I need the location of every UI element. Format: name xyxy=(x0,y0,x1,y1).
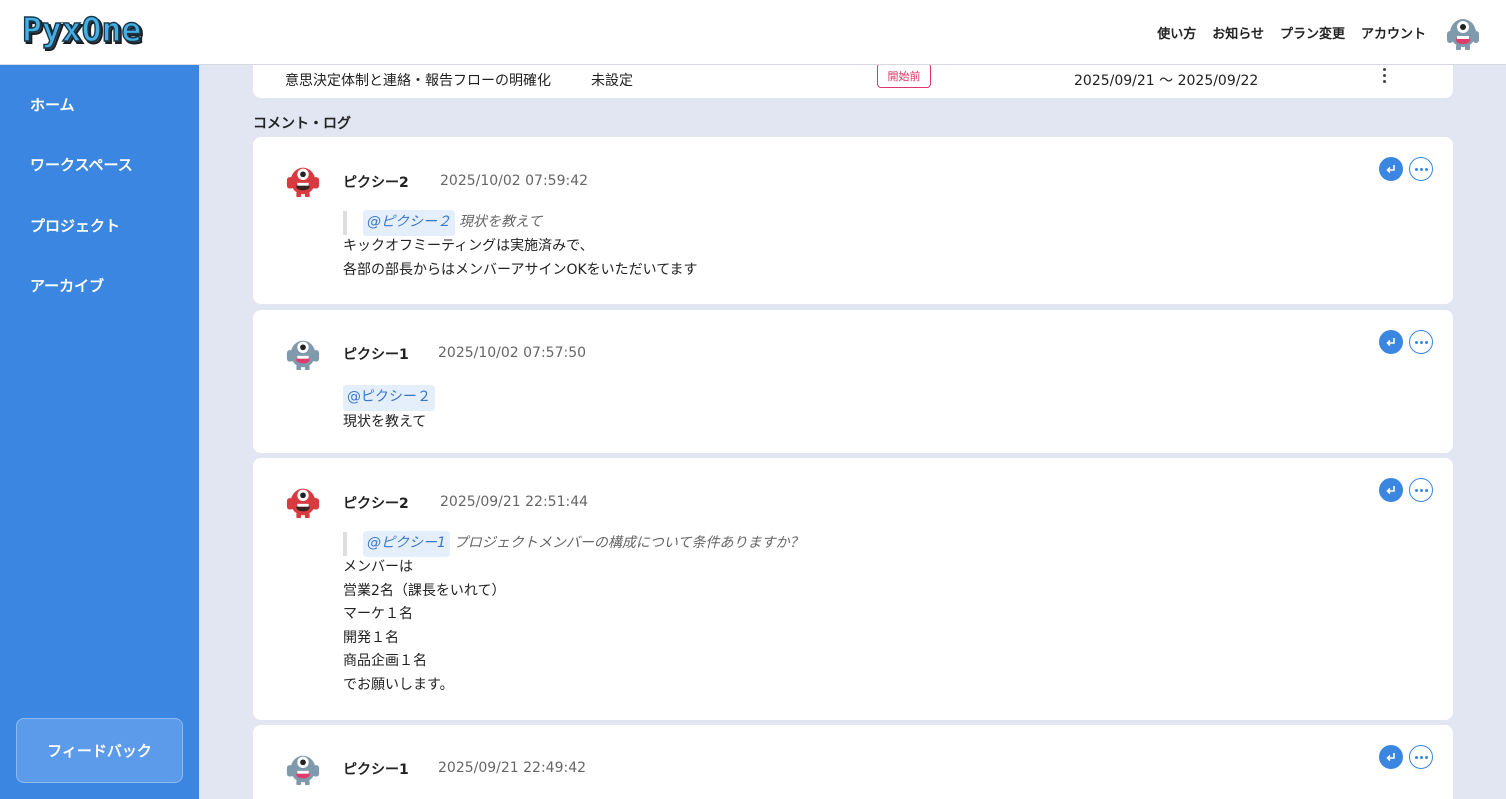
sidebar-item-project[interactable]: プロジェクト xyxy=(30,215,120,236)
main-content: 意思決定体制と連絡・報告フローの明確化 未設定 開始前 2025/09/21 〜… xyxy=(199,65,1506,799)
nav-news[interactable]: お知らせ xyxy=(1212,23,1264,42)
comment-card: ピクシー2 2025/10/02 07:59:42 @ピクシー２ 現状を教えて … xyxy=(253,137,1453,304)
svg-text:PyxOne: PyxOne xyxy=(22,10,141,49)
mention-tag[interactable]: @ピクシー２ xyxy=(343,385,435,411)
sidebar: ホーム ワークスペース プロジェクト アーカイブ フィードバック xyxy=(0,65,199,799)
comment-time: 2025/10/02 07:59:42 xyxy=(440,173,589,189)
task-title: 意思決定体制と連絡・報告フローの明確化 xyxy=(285,73,551,89)
comment-line: 商品企画１名 xyxy=(343,653,427,669)
task-dates: 2025/09/21 〜 2025/09/22 xyxy=(1074,73,1259,89)
comment-time: 2025/10/02 07:57:50 xyxy=(438,345,587,361)
comment-card: ピクシー2 2025/09/21 22:51:44 @ピクシー1 プロジェクトメ… xyxy=(253,458,1453,720)
comment-line: マーケ１名 xyxy=(343,606,413,622)
blue-monster-avatar xyxy=(285,334,321,376)
nav-help[interactable]: 使い方 xyxy=(1157,23,1196,42)
more-options-icon[interactable] xyxy=(1409,745,1433,769)
sidebar-item-home[interactable]: ホーム xyxy=(30,94,75,115)
mention-tag[interactable]: @ピクシー1 xyxy=(363,531,450,557)
comment-line: 現状を教えて xyxy=(343,413,427,430)
quoted-message: @ピクシー２ 現状を教えて xyxy=(343,210,698,236)
comment-author: ピクシー2 xyxy=(343,496,409,512)
status-badge: 開始前 xyxy=(877,65,931,88)
comment-time: 2025/09/21 22:51:44 xyxy=(440,494,589,510)
quoted-message: @ピクシー1 プロジェクトメンバーの構成について条件ありますか？ xyxy=(343,531,804,557)
comment-line: メンバーは xyxy=(343,559,413,575)
comment-line: 営業2名（課長をいれて） xyxy=(343,582,506,599)
comment-card: ピクシー1 2025/10/02 07:57:50 @ピクシー２ 現状を教えて xyxy=(253,310,1453,453)
comment-actions xyxy=(1379,330,1433,354)
nav-plan[interactable]: プラン変更 xyxy=(1280,23,1345,42)
reply-icon[interactable] xyxy=(1379,478,1403,502)
mention-tag[interactable]: @ピクシー２ xyxy=(363,210,455,236)
quote-text: プロジェクトメンバーの構成について条件ありますか？ xyxy=(453,535,804,552)
nav-account[interactable]: アカウント xyxy=(1361,23,1426,42)
comment-actions xyxy=(1379,478,1433,502)
sidebar-item-archive[interactable]: アーカイブ xyxy=(30,275,104,296)
comment-line: でお願いします。 xyxy=(343,676,454,693)
comment-author: ピクシー2 xyxy=(343,175,409,191)
comment-line: 各部の部長からはメンバーアサインOKをいただいてます xyxy=(343,261,698,278)
comment-card: ピクシー1 2025/09/21 22:49:42 xyxy=(253,725,1453,799)
kebab-menu-icon[interactable] xyxy=(1377,65,1391,86)
quote-text: 現状を教えて xyxy=(459,214,543,231)
more-options-icon[interactable] xyxy=(1409,157,1433,181)
feedback-button[interactable]: フィードバック xyxy=(16,718,183,783)
header-nav: 使い方 お知らせ プラン変更 アカウント xyxy=(1157,0,1426,64)
comment-author: ピクシー1 xyxy=(343,347,409,363)
comment-body: @ピクシー２ 現状を教えて xyxy=(343,385,435,434)
top-header: PyxOne PyxOne 使い方 お知らせ プラン変更 アカウント xyxy=(0,0,1506,65)
comment-body: @ピクシー1 プロジェクトメンバーの構成について条件ありますか？ メンバーは 営… xyxy=(343,531,804,697)
blue-monster-avatar xyxy=(285,749,321,791)
comment-author: ピクシー1 xyxy=(343,762,409,778)
more-options-icon[interactable] xyxy=(1409,330,1433,354)
reply-icon[interactable] xyxy=(1379,330,1403,354)
comment-line: 開発１名 xyxy=(343,629,399,646)
section-title: コメント・ログ xyxy=(253,116,351,132)
user-avatar[interactable] xyxy=(1444,13,1482,55)
comment-line: キックオフミーティングは実施済みで、 xyxy=(343,238,594,254)
comment-actions xyxy=(1379,745,1433,769)
comment-body: @ピクシー２ 現状を教えて キックオフミーティングは実施済みで、 各部の部長から… xyxy=(343,210,698,282)
app-logo[interactable]: PyxOne PyxOne xyxy=(21,9,184,56)
sidebar-item-workspace[interactable]: ワークスペース xyxy=(30,154,133,175)
comment-actions xyxy=(1379,157,1433,181)
red-monster-avatar xyxy=(285,161,321,203)
task-row[interactable]: 意思決定体制と連絡・報告フローの明確化 未設定 開始前 2025/09/21 〜… xyxy=(253,65,1453,98)
reply-icon[interactable] xyxy=(1379,745,1403,769)
red-monster-avatar xyxy=(285,482,321,524)
more-options-icon[interactable] xyxy=(1409,478,1433,502)
task-assignee: 未設定 xyxy=(591,73,633,89)
comment-time: 2025/09/21 22:49:42 xyxy=(438,760,587,776)
reply-icon[interactable] xyxy=(1379,157,1403,181)
